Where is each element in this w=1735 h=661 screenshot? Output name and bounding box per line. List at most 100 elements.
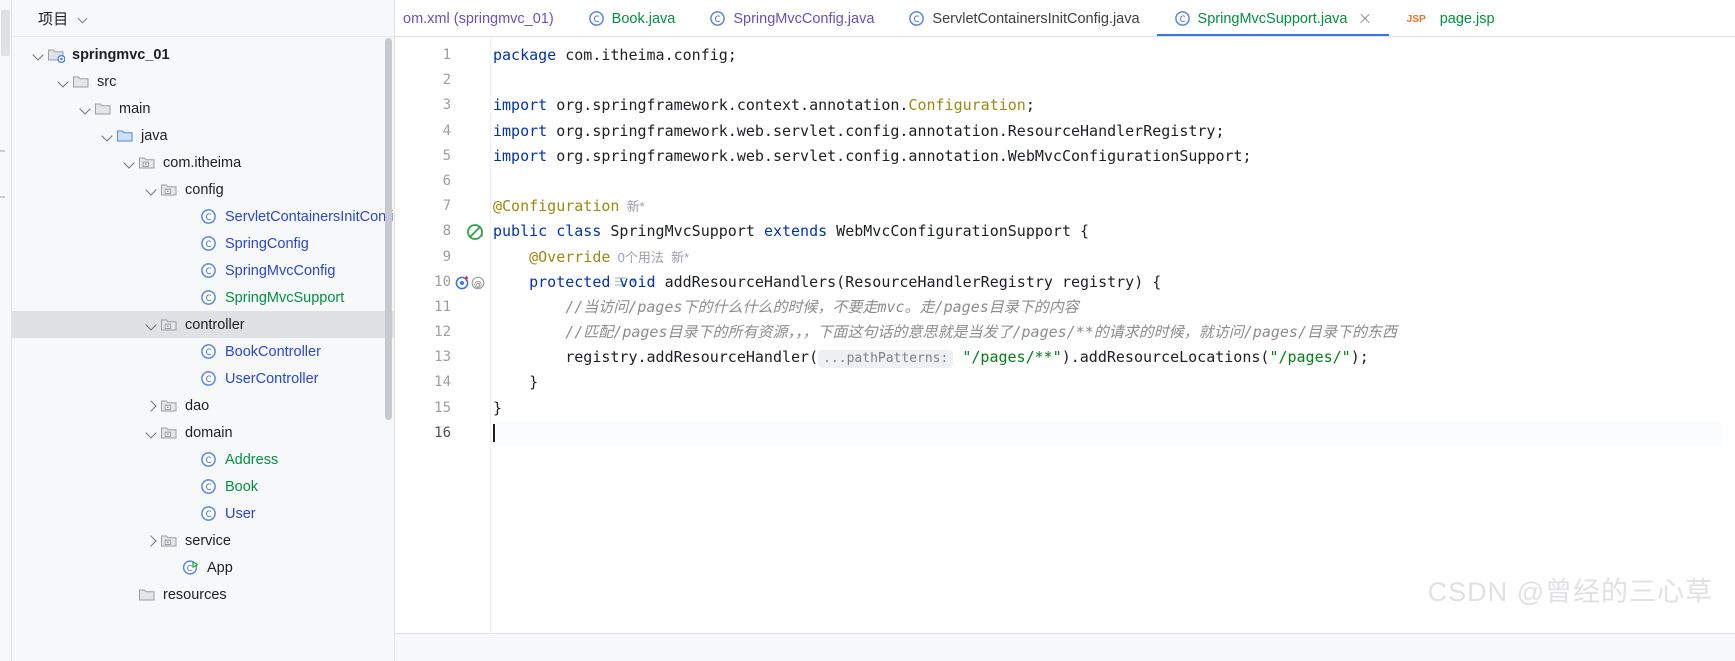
chevron-down-icon[interactable] bbox=[143, 316, 160, 333]
gutter-line-4[interactable]: 4 bbox=[395, 119, 490, 144]
gutter-line-7[interactable]: 7 bbox=[395, 194, 490, 219]
tree-node-springmvcsupport[interactable]: C SpringMvcSupport bbox=[12, 284, 394, 311]
project-tree[interactable]: springmvc_01 src main java com.itheima config… bbox=[12, 37, 394, 661]
tree-node-label: User bbox=[225, 505, 256, 522]
chevron-down-icon[interactable] bbox=[143, 424, 160, 441]
tree-node-springmvc_01[interactable]: springmvc_01 bbox=[12, 41, 394, 68]
runnable-class-icon: C bbox=[182, 560, 199, 575]
editor-tab-omxmlspringmvc_01[interactable]: om.xml (springmvc_01) bbox=[395, 0, 571, 36]
svg-text:C: C bbox=[206, 374, 212, 384]
tree-node-src[interactable]: src bbox=[12, 68, 394, 95]
chevron-down-icon[interactable] bbox=[30, 46, 47, 63]
code-line-2[interactable] bbox=[491, 68, 1735, 93]
line-number: 9 bbox=[442, 248, 451, 265]
folder-icon bbox=[95, 103, 111, 115]
tree-node-service[interactable]: service bbox=[12, 527, 394, 554]
editor-tab-springmvcconfigjava[interactable]: C SpringMvcConfig.java bbox=[692, 0, 891, 36]
code-line-5[interactable]: import org.springframework.web.servlet.c… bbox=[491, 144, 1735, 169]
tree-node-user[interactable]: C User bbox=[12, 500, 394, 527]
jsp-file-icon: JSP bbox=[1406, 12, 1426, 25]
gutter-line-6[interactable]: 6 bbox=[395, 169, 490, 194]
tree-node-comitheima[interactable]: com.itheima bbox=[12, 149, 394, 176]
spring-bean-icon[interactable] bbox=[454, 223, 484, 241]
gutter-line-12[interactable]: 12 bbox=[395, 320, 490, 345]
code-editor[interactable]: ▾ package com.itheima.config; import org.… bbox=[490, 37, 1735, 633]
code-token: } bbox=[493, 373, 539, 392]
code-line-12[interactable]: //匹配/pages目录下的所有资源，，，下面这句话的意思就是当发了/pages… bbox=[491, 320, 1735, 345]
folder-icon bbox=[73, 76, 89, 88]
code-line-7[interactable]: @Configuration 新* bbox=[491, 194, 1735, 219]
tree-node-label: domain bbox=[185, 424, 233, 441]
code-line-11[interactable]: //当访问/pages下的什么什么的时候，不要走mvc。走/pages目录下的内… bbox=[491, 295, 1735, 320]
gutter-line-15[interactable]: 15 bbox=[395, 396, 490, 421]
code-line-15[interactable]: } bbox=[491, 396, 1735, 421]
gutter-line-5[interactable]: 5 bbox=[395, 144, 490, 169]
tree-node-usercontroller[interactable]: C UserController bbox=[12, 365, 394, 392]
editor-tab-label: om.xml (springmvc_01) bbox=[403, 10, 554, 27]
gutter-line-13[interactable]: 13 bbox=[395, 345, 490, 370]
editor-tab-bookjava[interactable]: C Book.java bbox=[571, 0, 693, 36]
gutter-line-16[interactable]: 16 bbox=[395, 421, 490, 446]
tree-node-springmvcconfig[interactable]: C SpringMvcConfig bbox=[12, 257, 394, 284]
chevron-down-icon[interactable] bbox=[143, 181, 160, 198]
editor-tab-bar[interactable]: om.xml (springmvc_01) C Book.java C SpringMv… bbox=[395, 0, 1735, 37]
gutter-line-11[interactable]: 11 bbox=[395, 295, 490, 320]
chevron-down-icon[interactable] bbox=[99, 127, 116, 144]
java-class-icon: C bbox=[709, 10, 726, 27]
chevron-down-icon[interactable] bbox=[78, 13, 90, 25]
chevron-down-icon[interactable] bbox=[55, 73, 72, 90]
module-folder-icon bbox=[48, 49, 66, 64]
chevron-right-icon[interactable] bbox=[143, 397, 160, 414]
tree-node-address[interactable]: C Address bbox=[12, 446, 394, 473]
tree-node-springconfig[interactable]: C SpringConfig bbox=[12, 230, 394, 257]
project-tree-scrollbar[interactable] bbox=[385, 38, 392, 420]
code-line-8[interactable]: public class SpringMvcSupport extends We… bbox=[491, 219, 1735, 244]
gutter-line-9[interactable]: 9 bbox=[395, 245, 490, 270]
java-class-icon: C bbox=[200, 478, 219, 495]
tree-node-app[interactable]: C App bbox=[12, 554, 394, 581]
code-line-4[interactable]: import org.springframework.web.servlet.c… bbox=[491, 119, 1735, 144]
chevron-right-icon[interactable] bbox=[143, 532, 160, 549]
chevron-down-icon[interactable] bbox=[121, 154, 138, 171]
code-line-16[interactable] bbox=[491, 420, 1735, 446]
tree-node-dao[interactable]: dao bbox=[12, 392, 394, 419]
code-line-14[interactable]: } bbox=[491, 370, 1735, 395]
tree-node-controller[interactable]: controller bbox=[12, 311, 394, 338]
project-tool-window-button[interactable] bbox=[1, 10, 10, 56]
tree-node-bookcontroller[interactable]: C BookController bbox=[12, 338, 394, 365]
editor-tab-pagejsp[interactable]: JSP page.jsp bbox=[1389, 0, 1511, 36]
code-line-9[interactable]: @Override 0个用法 新* bbox=[491, 245, 1735, 270]
code-line-1[interactable]: package com.itheima.config; bbox=[491, 43, 1735, 68]
gutter-line-2[interactable]: 2 bbox=[395, 68, 490, 93]
project-pane-header: 项目 bbox=[12, 0, 394, 37]
tree-node-resources[interactable]: resources bbox=[12, 581, 394, 608]
gutter-line-1[interactable]: 1 bbox=[395, 43, 490, 68]
tree-node-servletcontainersinitconfi[interactable]: C ServletContainersInitConfi bbox=[12, 203, 394, 230]
override-method-icon[interactable]: @ bbox=[454, 274, 485, 292]
tree-node-java[interactable]: java bbox=[12, 122, 394, 149]
gutter-line-3[interactable]: 3 bbox=[395, 93, 490, 118]
tree-node-config[interactable]: config bbox=[12, 176, 394, 203]
java-class-icon: C bbox=[588, 10, 605, 27]
code-line-3[interactable]: import org.springframework.context.annot… bbox=[491, 93, 1735, 118]
editor-tab-springmvcsupportjava[interactable]: C SpringMvcSupport.java bbox=[1156, 0, 1390, 36]
gutter-line-10[interactable]: 10 @ bbox=[395, 270, 490, 295]
status-bar bbox=[395, 633, 1735, 661]
close-icon[interactable] bbox=[1358, 12, 1372, 26]
tree-node-main[interactable]: main bbox=[12, 95, 394, 122]
gutter-line-14[interactable]: 14 bbox=[395, 370, 490, 395]
code-line-10[interactable]: protected void addResourceHandlers(Resou… bbox=[491, 270, 1735, 295]
tree-node-book[interactable]: C Book bbox=[12, 473, 394, 500]
gutter-line-8[interactable]: 8 bbox=[395, 219, 490, 244]
code-line-13[interactable]: registry.addResourceHandler(...pathPatte… bbox=[491, 345, 1735, 370]
java-class-icon: C bbox=[909, 11, 925, 26]
editor-gutter[interactable]: 1 2 3 4 5 6 7 8 9 10 @11 12 13 14 15 16 bbox=[395, 37, 490, 633]
editor-tab-servletcontainersinitconfigjava[interactable]: C ServletContainersInitConfig.java bbox=[891, 0, 1156, 36]
chevron-down-icon[interactable] bbox=[77, 100, 94, 117]
code-line-6[interactable] bbox=[491, 169, 1735, 194]
editor-scrollbar[interactable] bbox=[1722, 74, 1735, 633]
tree-node-domain[interactable]: domain bbox=[12, 419, 394, 446]
